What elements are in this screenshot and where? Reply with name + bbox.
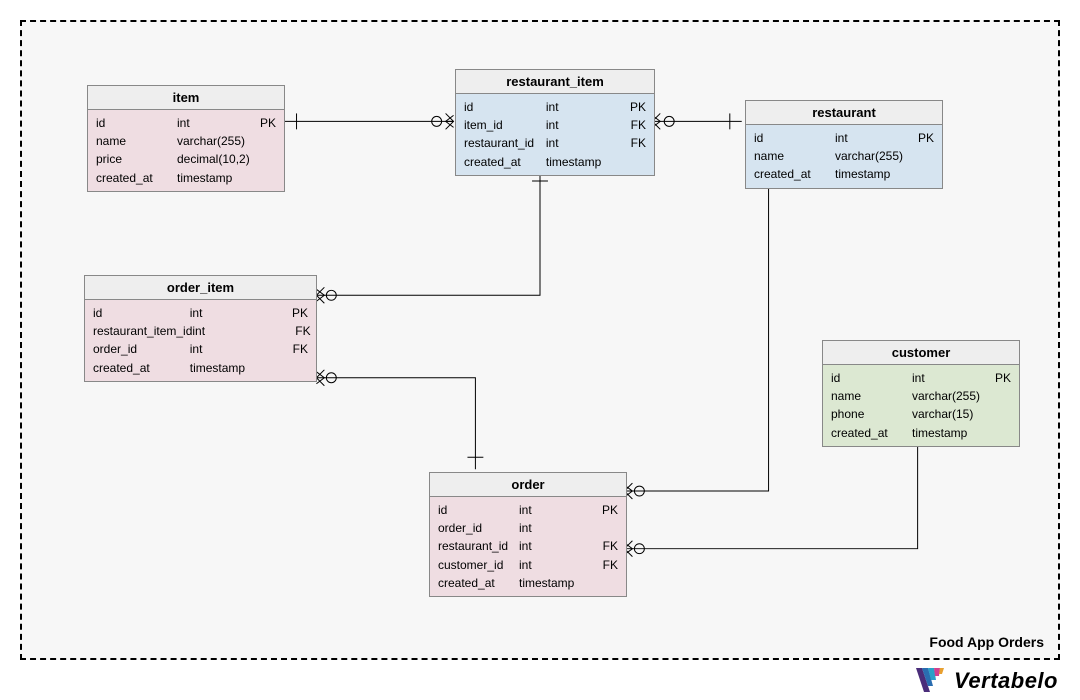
entity-column-row: created_attimestamp bbox=[85, 359, 316, 377]
entity-order-body: idintPK order_idint restaurant_idintFK c… bbox=[430, 497, 626, 596]
entity-column-row: pricedecimal(10,2) bbox=[88, 150, 284, 168]
entity-column-row: created_attimestamp bbox=[88, 169, 284, 187]
entity-restaurant-item[interactable]: restaurant_item idintPK item_idintFK res… bbox=[455, 69, 655, 176]
entity-column-row: order_idint bbox=[430, 519, 626, 537]
entity-customer-body: idintPK namevarchar(255) phonevarchar(15… bbox=[823, 365, 1019, 446]
entity-item-title: item bbox=[88, 86, 284, 110]
entity-column-row: restaurant_idintFK bbox=[456, 134, 654, 152]
entity-order-item[interactable]: order_item idintPK restaurant_item_idint… bbox=[84, 275, 317, 382]
entity-restaurant-title: restaurant bbox=[746, 101, 942, 125]
entity-column-row: restaurant_idintFK bbox=[430, 537, 626, 555]
entity-column-row: order_idintFK bbox=[85, 340, 316, 358]
entity-column-row: created_attimestamp bbox=[456, 153, 654, 171]
entity-column-row: idintPK bbox=[456, 98, 654, 116]
entity-column-row: namevarchar(255) bbox=[823, 387, 1019, 405]
entity-column-row: namevarchar(255) bbox=[88, 132, 284, 150]
entity-column-row: customer_idintFK bbox=[430, 556, 626, 574]
entity-column-row: phonevarchar(15) bbox=[823, 405, 1019, 423]
entity-order-item-body: idintPK restaurant_item_idintFK order_id… bbox=[85, 300, 316, 381]
entity-column-row: idintPK bbox=[430, 501, 626, 519]
diagram-canvas: item idintPK namevarchar(255) pricedecim… bbox=[20, 20, 1060, 660]
diagram-title: Food App Orders bbox=[929, 634, 1044, 650]
entity-column-row: created_attimestamp bbox=[430, 574, 626, 592]
entity-customer-title: customer bbox=[823, 341, 1019, 365]
entity-customer[interactable]: customer idintPK namevarchar(255) phonev… bbox=[822, 340, 1020, 447]
entity-item[interactable]: item idintPK namevarchar(255) pricedecim… bbox=[87, 85, 285, 192]
entity-column-row: item_idintFK bbox=[456, 116, 654, 134]
vertabelo-logo-text: Vertabelo bbox=[954, 668, 1058, 694]
entity-order-title: order bbox=[430, 473, 626, 497]
entity-restaurant-item-body: idintPK item_idintFK restaurant_idintFK … bbox=[456, 94, 654, 175]
entity-column-row: idintPK bbox=[88, 114, 284, 132]
entity-column-row: idintPK bbox=[823, 369, 1019, 387]
entity-column-row: created_attimestamp bbox=[746, 165, 942, 183]
entity-column-row: created_attimestamp bbox=[823, 424, 1019, 442]
entity-restaurant[interactable]: restaurant idintPK namevarchar(255) crea… bbox=[745, 100, 943, 189]
entity-restaurant-item-title: restaurant_item bbox=[456, 70, 654, 94]
entity-order[interactable]: order idintPK order_idint restaurant_idi… bbox=[429, 472, 627, 597]
entity-column-row: restaurant_item_idintFK bbox=[85, 322, 316, 340]
entity-column-row: idintPK bbox=[85, 304, 316, 322]
entity-order-item-title: order_item bbox=[85, 276, 316, 300]
entity-item-body: idintPK namevarchar(255) pricedecimal(10… bbox=[88, 110, 284, 191]
entity-column-row: namevarchar(255) bbox=[746, 147, 942, 165]
entity-restaurant-body: idintPK namevarchar(255) created_attimes… bbox=[746, 125, 942, 188]
entity-column-row: idintPK bbox=[746, 129, 942, 147]
vertabelo-logo-icon bbox=[914, 666, 946, 696]
vertabelo-logo: Vertabelo bbox=[914, 666, 1058, 696]
